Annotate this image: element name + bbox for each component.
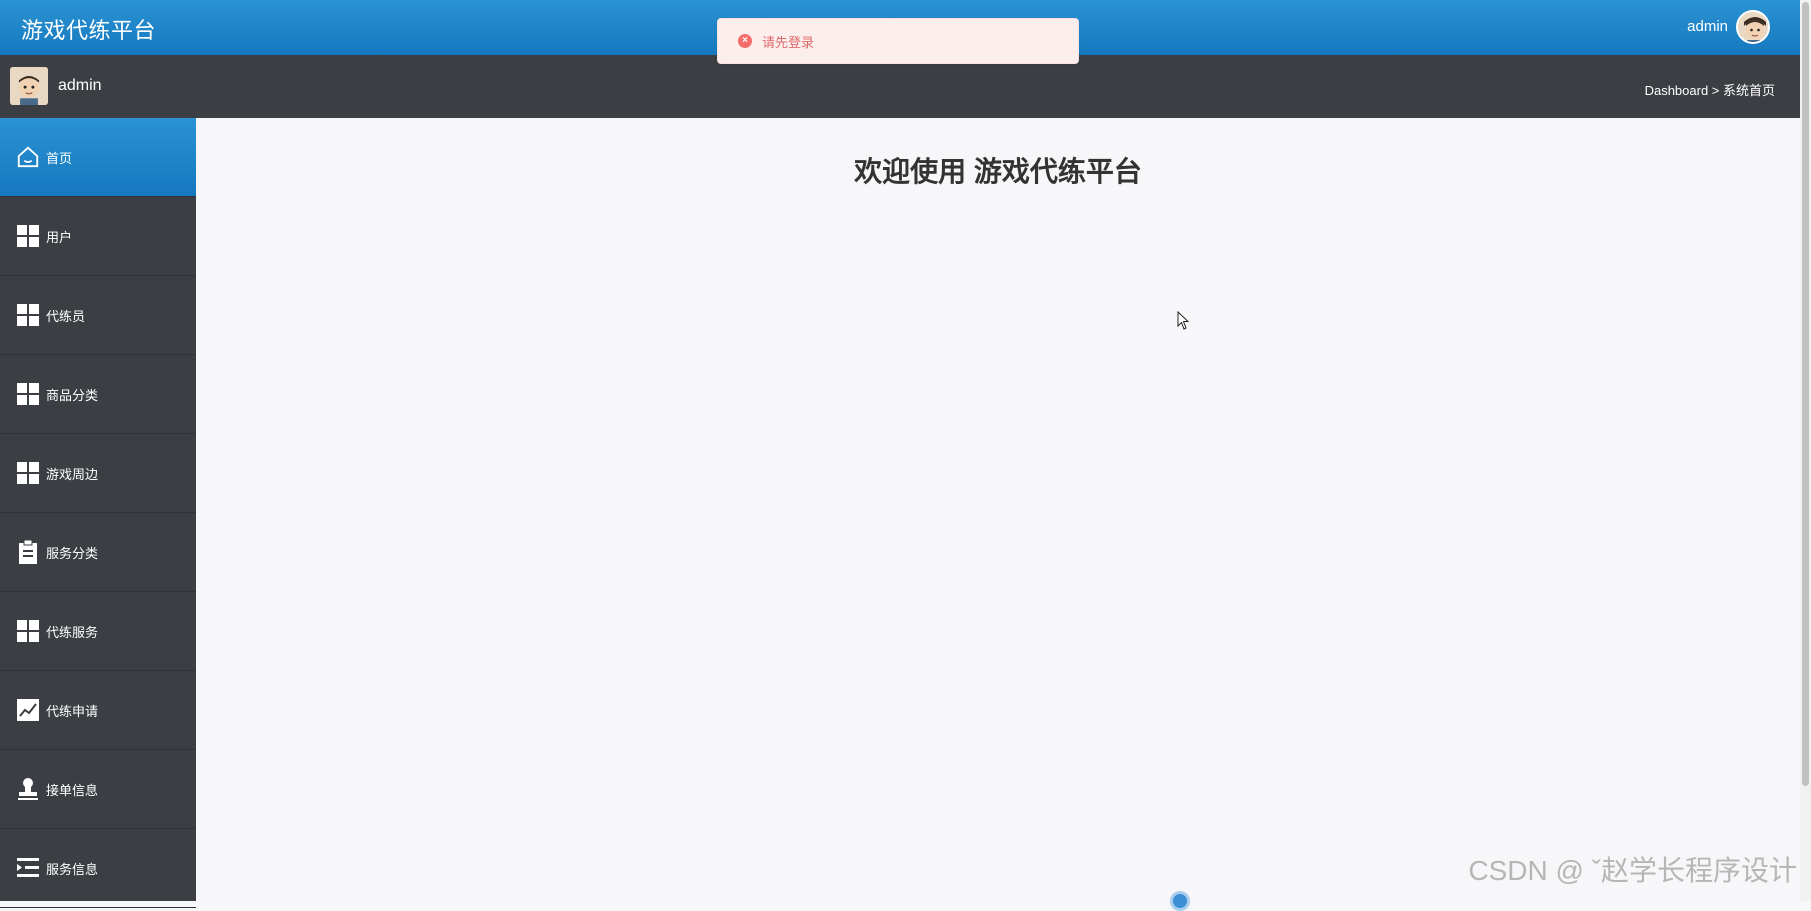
home-icon bbox=[16, 145, 40, 169]
toast-message: 请先登录 bbox=[762, 32, 814, 51]
sidebar-item-label: 服务分类 bbox=[46, 543, 98, 562]
sidebar-item-label: 代练申请 bbox=[46, 701, 98, 720]
sidebar-item-label: 游戏周边 bbox=[46, 464, 98, 483]
sidebar-item-users[interactable]: 用户 bbox=[0, 197, 196, 276]
list-indent-icon bbox=[16, 856, 40, 880]
error-icon: × bbox=[738, 34, 752, 48]
sidebar: 首页 用户 代练员 商品分类 游戏周边 服务分类 代练服务 bbox=[0, 118, 196, 901]
sidebar-item-label: 接单信息 bbox=[46, 780, 98, 799]
header-user-name[interactable]: admin bbox=[1687, 18, 1728, 35]
sidebar-item-label: 商品分类 bbox=[46, 385, 98, 404]
breadcrumb: Dashboard > 系统首页 bbox=[1645, 80, 1775, 99]
sidebar-item-service-info[interactable]: 服务信息 bbox=[0, 829, 196, 908]
welcome-title: 欢迎使用 游戏代练平台 bbox=[196, 150, 1800, 190]
sidebar-item-label: 代练员 bbox=[46, 306, 85, 325]
mouse-cursor-icon bbox=[1177, 311, 1191, 331]
main-content: 欢迎使用 游戏代练平台 bbox=[196, 118, 1800, 901]
sidebar-item-training-service[interactable]: 代练服务 bbox=[0, 592, 196, 671]
stamp-icon bbox=[16, 777, 40, 801]
chart-icon bbox=[16, 698, 40, 722]
grid-icon bbox=[16, 461, 40, 485]
sidebar-item-label: 首页 bbox=[46, 148, 72, 167]
sidebar-item-label: 服务信息 bbox=[46, 859, 98, 878]
clipboard-icon bbox=[16, 540, 40, 564]
avatar-face-icon bbox=[1738, 12, 1770, 44]
sidebar-item-product-category[interactable]: 商品分类 bbox=[0, 355, 196, 434]
sidebar-item-game-merch[interactable]: 游戏周边 bbox=[0, 434, 196, 513]
avatar-face-icon bbox=[10, 67, 48, 105]
error-toast: × 请先登录 bbox=[717, 18, 1079, 64]
header-avatar[interactable] bbox=[1736, 10, 1770, 44]
sidebar-item-label: 用户 bbox=[46, 227, 72, 246]
sidebar-item-home[interactable]: 首页 bbox=[0, 118, 196, 197]
grid-icon bbox=[16, 382, 40, 406]
grid-icon bbox=[16, 619, 40, 643]
watermark: CSDN @ ˇ赵学长程序设计 bbox=[1468, 849, 1797, 889]
sidebar-item-trainers[interactable]: 代练员 bbox=[0, 276, 196, 355]
sub-header: admin Dashboard > 系统首页 bbox=[0, 55, 1800, 118]
page-scrollbar[interactable] bbox=[1800, 0, 1811, 901]
floating-action-dot[interactable] bbox=[1170, 891, 1190, 911]
app-title: 游戏代练平台 bbox=[21, 13, 156, 45]
sidebar-item-label: 代练服务 bbox=[46, 622, 98, 641]
scrollbar-thumb[interactable] bbox=[1802, 2, 1809, 786]
sidebar-item-service-category[interactable]: 服务分类 bbox=[0, 513, 196, 592]
sidebar-item-training-application[interactable]: 代练申请 bbox=[0, 671, 196, 750]
sidebar-item-order-info[interactable]: 接单信息 bbox=[0, 750, 196, 829]
grid-icon bbox=[16, 303, 40, 327]
sidebar-avatar bbox=[10, 67, 48, 105]
sidebar-user-name: admin bbox=[58, 77, 102, 95]
grid-icon bbox=[16, 224, 40, 248]
